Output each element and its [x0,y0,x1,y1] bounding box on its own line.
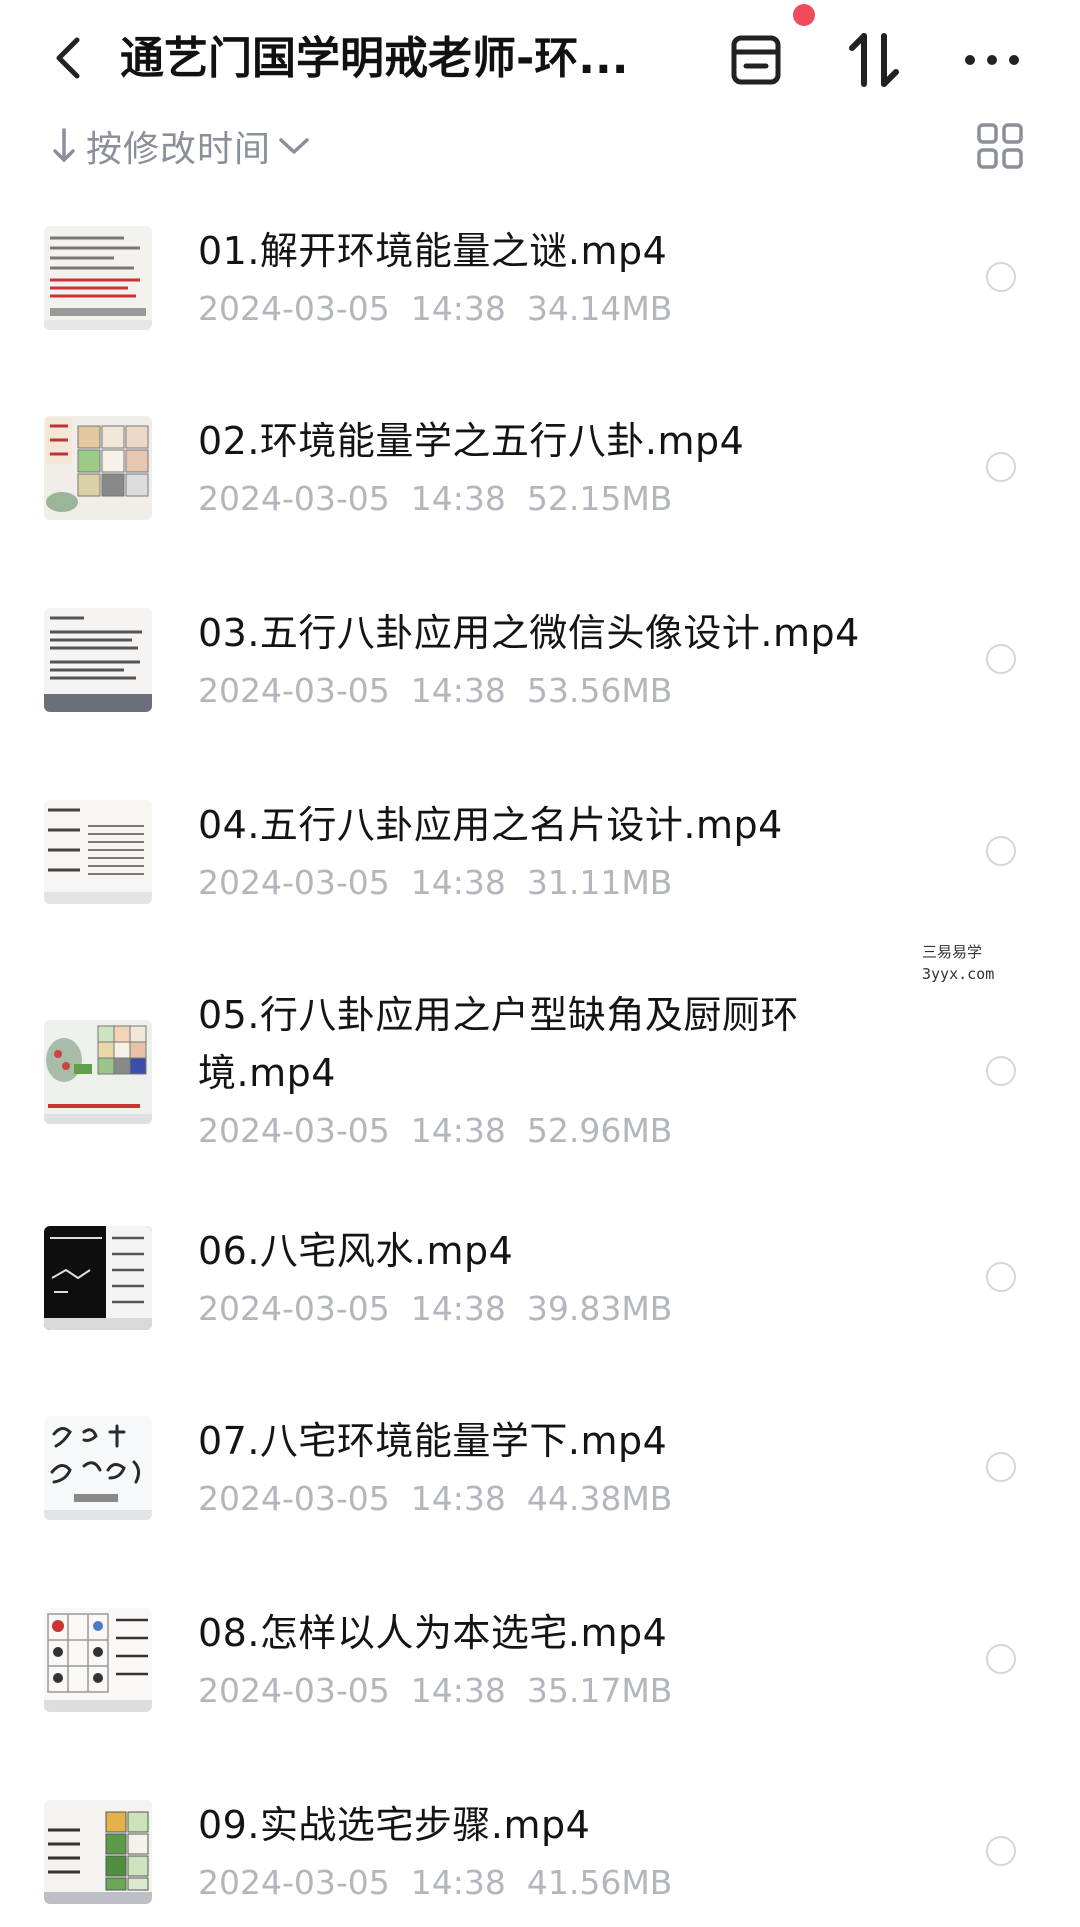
file-name: 09.实战选宅步骤.mp4 [198,1803,591,1847]
file-date: 2024-03-05 [198,1671,390,1710]
file-date: 2024-03-05 [198,1289,390,1328]
file-size: 31.11MB [526,863,673,902]
sort-button[interactable] [834,22,914,98]
file-time: 14:38 [410,479,506,518]
file-date: 2024-03-05 [198,1479,390,1518]
video-thumbnail [44,416,152,520]
arrow-down-icon [53,128,75,162]
grid-view-icon [977,123,1023,169]
file-name: 04.五行八卦应用之名片设计.mp4 [198,803,783,847]
file-name: 06.八宅风水.mp4 [198,1229,514,1273]
file-meta: 2024-03-05 14:38 34.14MB [198,286,672,332]
video-thumbnail [44,608,152,712]
select-radio[interactable] [986,452,1016,482]
file-meta: 2024-03-05 14:38 39.83MB [198,1286,672,1332]
select-radio[interactable] [986,1836,1016,1866]
file-size: 35.17MB [526,1671,673,1710]
file-time: 14:38 [410,1289,506,1328]
file-size: 44.38MB [526,1479,673,1518]
video-thumbnail [44,1020,152,1124]
chevron-left-icon [56,37,80,79]
file-time: 14:38 [410,671,506,710]
file-time: 14:38 [410,1479,506,1518]
video-thumbnail [44,800,152,904]
select-radio[interactable] [986,1262,1016,1292]
watermark-line1: 三易易学 [922,943,983,961]
sort-arrows-icon [849,33,899,87]
file-size: 39.83MB [526,1289,673,1328]
watermark-line2: 3yyx.com [922,965,995,983]
file-meta: 2024-03-05 14:38 44.38MB [198,1476,672,1522]
file-name: 07.八宅环境能量学下.mp4 [198,1419,668,1463]
more-horizontal-icon [965,55,1019,65]
select-radio[interactable] [986,262,1016,292]
sort-label: 按修改时间 [86,129,272,170]
file-size: 41.56MB [526,1863,673,1902]
video-thumbnail [44,226,152,330]
watermark: 三易易学 3yyx.com [822,936,1080,992]
sort-order-dropdown[interactable]: 按修改时间 [52,118,311,174]
video-thumbnail [44,1226,152,1330]
file-meta: 2024-03-05 14:38 35.17MB [198,1668,672,1714]
chevron-down-icon [279,138,309,154]
file-meta: 2024-03-05 14:38 31.11MB [198,860,672,906]
file-time: 14:38 [410,1111,506,1150]
file-meta: 2024-03-05 14:38 53.56MB [198,668,672,714]
file-date: 2024-03-05 [198,671,390,710]
archive-box-icon [731,35,781,85]
file-name: 08.怎样以人为本选宅.mp4 [198,1611,668,1655]
file-size: 34.14MB [526,289,673,328]
file-size: 53.56MB [526,671,673,710]
file-meta: 2024-03-05 14:38 52.15MB [198,476,672,522]
video-thumbnail [44,1608,152,1712]
video-thumbnail [44,1416,152,1520]
select-radio[interactable] [986,836,1016,866]
file-date: 2024-03-05 [198,289,390,328]
sort-bar: 按修改时间 [0,118,1080,174]
back-button[interactable] [40,26,96,90]
file-date: 2024-03-05 [198,863,390,902]
grid-view-button[interactable] [976,122,1028,174]
notification-dot [793,4,815,26]
file-date: 2024-03-05 [198,1863,390,1902]
archive-button[interactable] [716,22,796,98]
top-bar: 通艺门国学明戒老师-环... [0,0,1080,120]
file-meta: 2024-03-05 14:38 52.96MB [198,1108,672,1154]
select-radio[interactable] [986,1056,1016,1086]
file-date: 2024-03-05 [198,479,390,518]
file-size: 52.96MB [526,1111,673,1150]
file-time: 14:38 [410,1671,506,1710]
file-name: 03.五行八卦应用之微信头像设计.mp4 [198,611,860,655]
file-time: 14:38 [410,1863,506,1902]
more-button[interactable] [952,22,1032,98]
select-radio[interactable] [986,1644,1016,1674]
page-title: 通艺门国学明戒老师-环... [120,33,629,84]
file-time: 14:38 [410,289,506,328]
file-name: 05.行八卦应用之户型缺角及厨厕环境.mp4 [198,993,799,1095]
file-name: 01.解开环境能量之谜.mp4 [198,229,668,273]
select-radio[interactable] [986,1452,1016,1482]
video-thumbnail [44,1800,152,1904]
file-date: 2024-03-05 [198,1111,390,1150]
file-size: 52.15MB [526,479,673,518]
file-meta: 2024-03-05 14:38 41.56MB [198,1860,672,1906]
select-radio[interactable] [986,644,1016,674]
file-name: 02.环境能量学之五行八卦.mp4 [198,419,745,463]
file-time: 14:38 [410,863,506,902]
